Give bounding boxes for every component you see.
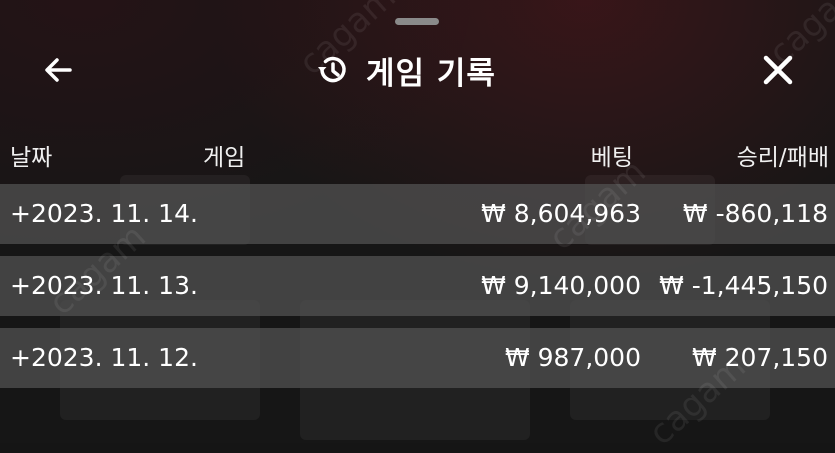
page-title: 게임 기록 xyxy=(366,55,496,92)
row-date: +2023. 11. 13. xyxy=(10,271,198,300)
close-icon xyxy=(763,55,793,85)
row-bet: ₩ 987,000 xyxy=(504,343,641,372)
arrow-left-icon xyxy=(45,58,72,82)
column-header-bet[interactable]: 베팅 xyxy=(591,138,633,172)
back-button[interactable] xyxy=(38,50,78,90)
header-title-group: 게임 기록 xyxy=(312,48,496,92)
drag-handle[interactable] xyxy=(395,18,439,25)
column-header-game[interactable]: 게임 xyxy=(203,138,245,172)
table-row[interactable]: +2023. 11. 13. ₩ 9,140,000 ₩ -1,445,150 xyxy=(0,256,835,316)
row-result: ₩ -1,445,150 xyxy=(659,271,828,300)
game-history-sheet: 게임 기록 날짜 게임 베팅 승리/패배 +2023. 11. 14. ₩ 8,… xyxy=(0,0,835,443)
table-header: 날짜 게임 베팅 승리/패배 xyxy=(0,138,835,174)
table-row[interactable]: +2023. 11. 14. ₩ 8,604,963 ₩ -860,118 xyxy=(0,184,835,244)
table-row[interactable]: +2023. 11. 12. ₩ 987,000 ₩ 207,150 xyxy=(0,328,835,388)
row-bet: ₩ 8,604,963 xyxy=(481,199,641,228)
sheet-header: 게임 기록 xyxy=(0,40,835,100)
row-bet: ₩ 9,140,000 xyxy=(481,271,641,300)
row-date: +2023. 11. 12. xyxy=(10,343,198,372)
column-header-result[interactable]: 승리/패배 xyxy=(737,138,829,172)
history-icon xyxy=(318,56,346,83)
row-date: +2023. 11. 14. xyxy=(10,199,198,228)
close-button[interactable] xyxy=(756,48,800,92)
column-header-date[interactable]: 날짜 xyxy=(10,138,52,172)
row-result: ₩ 207,150 xyxy=(691,343,828,372)
row-result: ₩ -860,118 xyxy=(682,199,828,228)
